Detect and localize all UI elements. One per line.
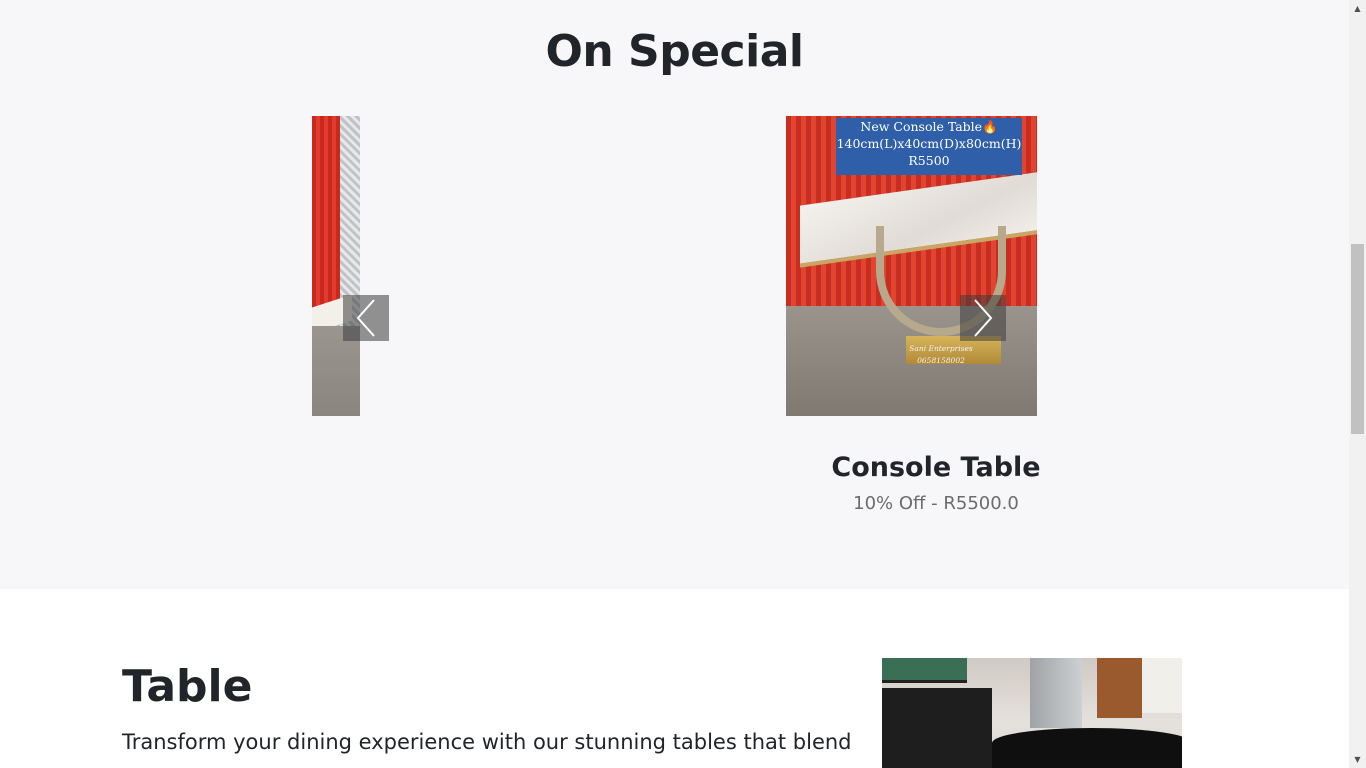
on-special-section: On Special New Console Table🔥 140cm(L)x4… [0,0,1349,589]
carousel-prev-button[interactable] [343,295,389,341]
watermark-line: Sani Enterprises [909,344,973,353]
scroll-up-arrow-icon[interactable]: ▲ [1349,0,1366,17]
image-price-banner: New Console Table🔥 140cm(L)x40cm(D)x80cm… [836,118,1022,175]
section-title: On Special [545,26,804,77]
product-price: 10% Off - R5500.0 [853,493,1019,514]
banner-line: New Console Table🔥 [860,119,998,134]
image-watermark: Sani Enterprises 0658158002 [905,343,977,367]
scrollbar-thumb[interactable] [1351,244,1364,434]
banner-line: 140cm(L)x40cm(D)x80cm(H) [836,136,1022,151]
table-category-image[interactable] [882,658,1182,768]
carousel-next-button[interactable] [960,295,1006,341]
page-scrollbar[interactable]: ▲ ▼ [1349,0,1366,768]
watermark-line: 0658158002 [917,356,965,365]
previous-slide-image[interactable] [312,116,360,416]
scroll-down-arrow-icon[interactable]: ▼ [1349,751,1366,768]
table-category-section: Table Transform your dining experience w… [0,589,1349,768]
chevron-left-icon [354,298,378,338]
banner-line: R5500 [908,153,950,168]
category-heading: Table [122,661,253,712]
chevron-right-icon [971,298,995,338]
category-description: Transform your dining experience with ou… [122,730,852,754]
product-name[interactable]: Console Table [786,452,1086,483]
